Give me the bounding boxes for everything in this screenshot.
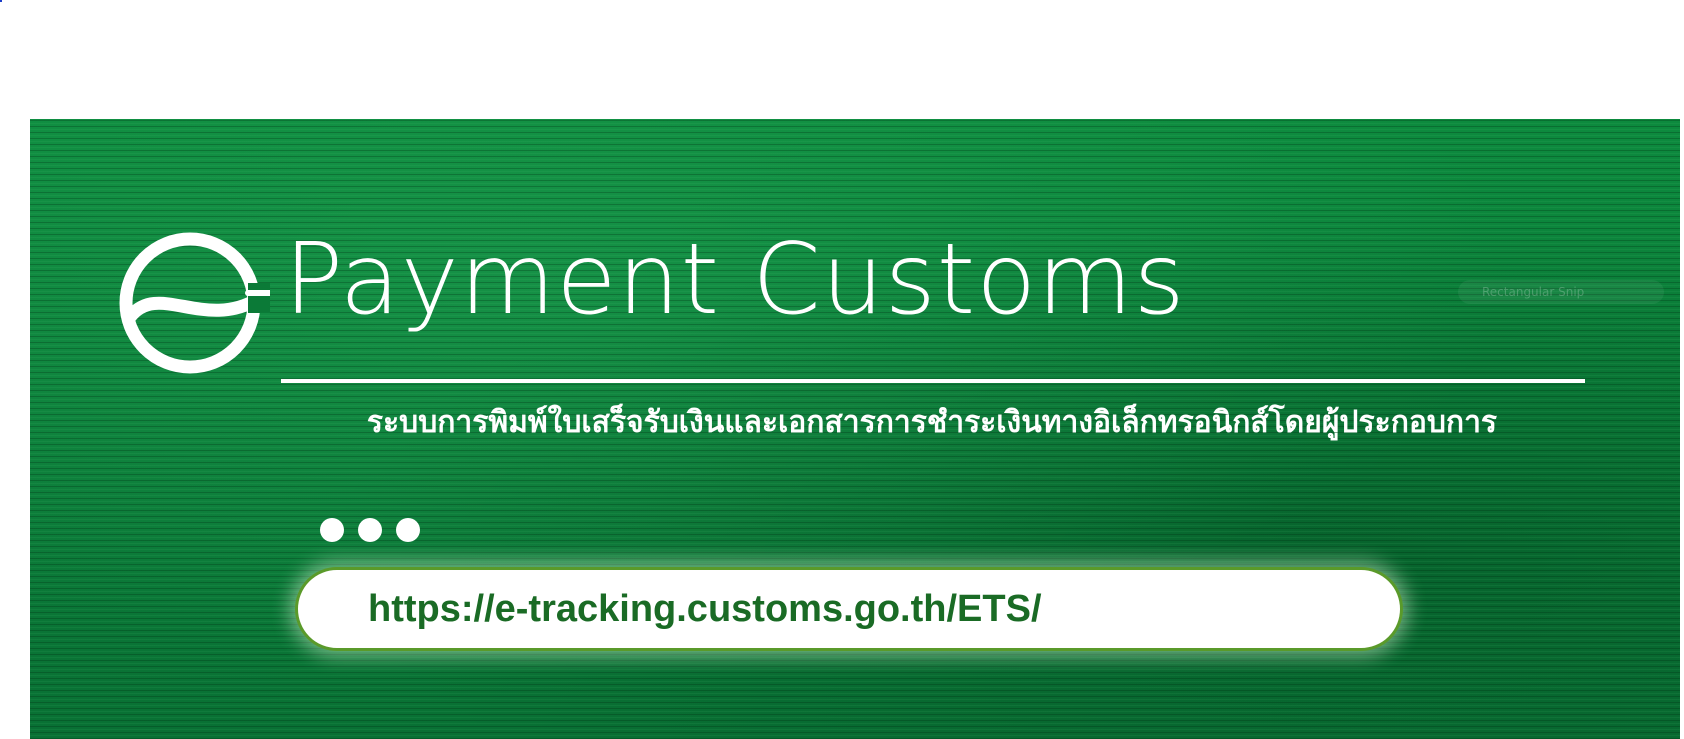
system-subtitle: ระบบการพิมพ์ใบเสร็จรับเงินและเอกสารการชำ… (366, 405, 1498, 440)
url-link[interactable]: https://e-tracking.customs.go.th/ETS/ (368, 588, 1042, 631)
e-logo-icon (119, 232, 270, 374)
epayment-banner: Payment Customs Rectangular Snip ระบบการ… (30, 119, 1680, 739)
url-link-box[interactable]: https://e-tracking.customs.go.th/ETS/ (295, 567, 1403, 651)
dot-2 (358, 518, 382, 542)
dot-3 (396, 518, 420, 542)
corner-pixel (0, 0, 2, 2)
header-divider (281, 379, 1585, 383)
snip-watermark: Rectangular Snip (1458, 280, 1664, 304)
dot-1 (320, 518, 344, 542)
page: Payment Customs Rectangular Snip ระบบการ… (0, 0, 1684, 739)
ellipsis-icon (320, 518, 420, 542)
brand-title: Payment Customs (284, 223, 1186, 337)
